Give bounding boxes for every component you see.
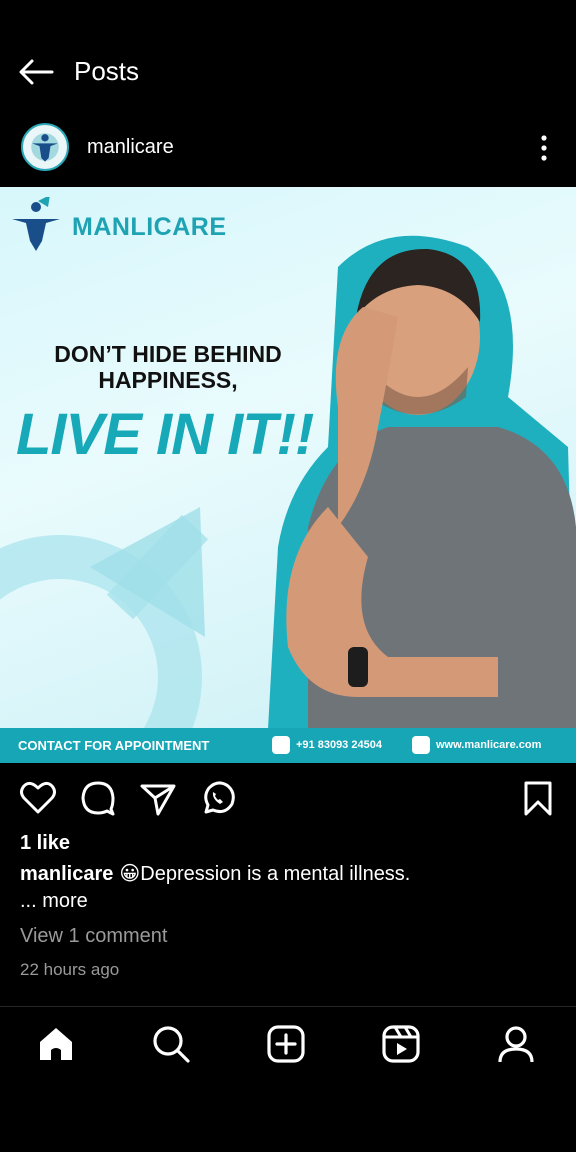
post-timestamp: 22 hours ago — [20, 960, 120, 979]
globe-icon — [412, 736, 430, 754]
brand-logo-icon — [12, 197, 60, 251]
author-username[interactable]: manlicare — [87, 136, 174, 159]
bookmark-icon[interactable] — [518, 778, 558, 818]
post-image[interactable]: MANLICARE DON’T HIDE BEHIND HAPPINESS, L… — [0, 187, 576, 763]
share-icon[interactable] — [138, 778, 178, 818]
post-caption: manlicare 😀Depression is a mental illness… — [20, 861, 560, 886]
search-icon[interactable] — [151, 1024, 191, 1064]
bottom-navigation — [0, 1020, 576, 1070]
more-options-icon[interactable] — [540, 134, 548, 162]
contact-bar: CONTACT FOR APPOINTMENT +91 83093 24504 … — [0, 728, 576, 763]
manlicare-logo-icon — [31, 133, 59, 162]
home-icon[interactable] — [36, 1024, 76, 1064]
more-link[interactable]: ... more — [20, 890, 88, 913]
whatsapp-icon[interactable] — [198, 778, 238, 818]
avatar[interactable] — [21, 123, 69, 171]
phone-icon — [272, 736, 290, 754]
reels-icon[interactable] — [381, 1024, 421, 1064]
top-bar: Posts — [0, 40, 576, 104]
brand-name: MANLICARE — [72, 213, 227, 241]
male-symbol-graphic — [0, 507, 209, 747]
heart-icon[interactable] — [18, 778, 58, 818]
post-author-row: manlicare — [0, 120, 576, 176]
caption-emoji: 😀 — [119, 863, 141, 885]
contact-website: www.manlicare.com — [436, 739, 542, 751]
view-comments-link[interactable]: View 1 comment — [20, 925, 167, 948]
like-count[interactable]: 1 like — [20, 832, 70, 855]
contact-phone: +91 83093 24504 — [296, 739, 382, 751]
page-title: Posts — [74, 56, 140, 86]
back-arrow-icon[interactable] — [18, 58, 54, 86]
create-icon[interactable] — [266, 1024, 306, 1064]
contact-label: CONTACT FOR APPOINTMENT — [18, 738, 210, 753]
post-actions — [0, 778, 576, 822]
man-photo — [268, 235, 576, 729]
comment-icon[interactable] — [78, 778, 118, 818]
caption-text: Depression is a mental illness. — [140, 863, 411, 885]
profile-icon[interactable] — [496, 1024, 536, 1064]
caption-username[interactable]: manlicare — [20, 863, 113, 885]
divider — [0, 1006, 576, 1007]
